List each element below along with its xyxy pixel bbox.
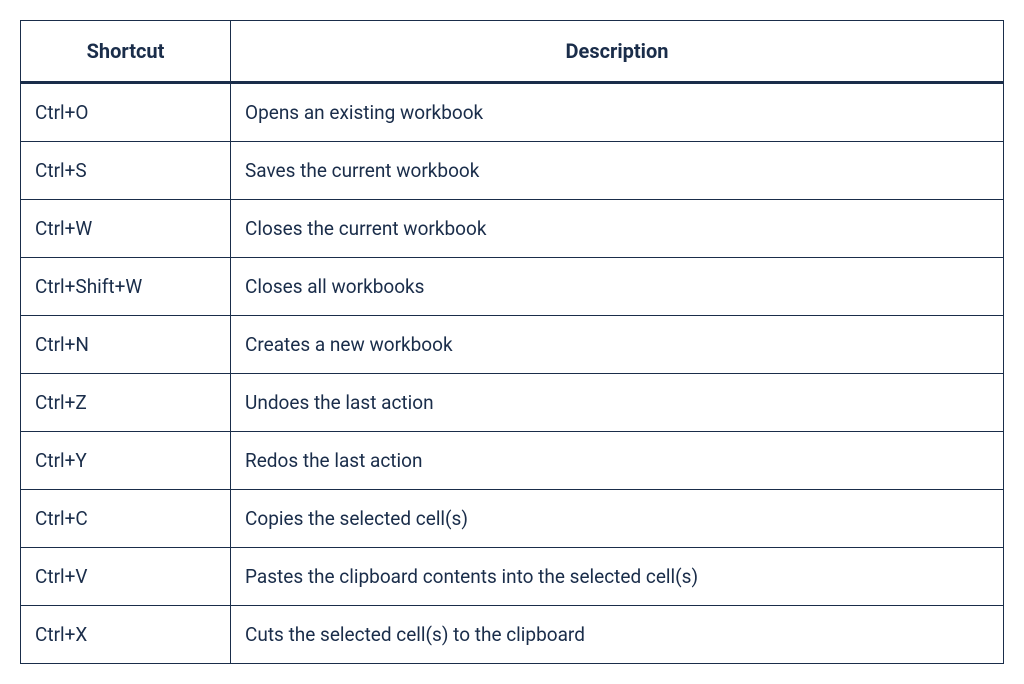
table-row: Ctrl+Z Undoes the last action <box>21 374 1004 432</box>
description-cell: Closes the current workbook <box>231 200 1004 258</box>
shortcut-cell: Ctrl+X <box>21 606 231 664</box>
table-row: Ctrl+Y Redos the last action <box>21 432 1004 490</box>
shortcut-cell: Ctrl+Z <box>21 374 231 432</box>
table-row: Ctrl+N Creates a new workbook <box>21 316 1004 374</box>
description-cell: Saves the current workbook <box>231 142 1004 200</box>
table-body: Ctrl+O Opens an existing workbook Ctrl+S… <box>21 83 1004 664</box>
shortcut-cell: Ctrl+Y <box>21 432 231 490</box>
shortcut-cell: Ctrl+Shift+W <box>21 258 231 316</box>
shortcuts-table-container: Shortcut Description Ctrl+O Opens an exi… <box>20 20 1004 664</box>
description-cell: Redos the last action <box>231 432 1004 490</box>
description-cell: Cuts the selected cell(s) to the clipboa… <box>231 606 1004 664</box>
shortcuts-table: Shortcut Description Ctrl+O Opens an exi… <box>20 20 1004 664</box>
table-row: Ctrl+X Cuts the selected cell(s) to the … <box>21 606 1004 664</box>
shortcut-cell: Ctrl+O <box>21 83 231 142</box>
table-header-row: Shortcut Description <box>21 21 1004 83</box>
shortcut-cell: Ctrl+V <box>21 548 231 606</box>
table-row: Ctrl+O Opens an existing workbook <box>21 83 1004 142</box>
description-cell: Pastes the clipboard contents into the s… <box>231 548 1004 606</box>
description-cell: Copies the selected cell(s) <box>231 490 1004 548</box>
description-cell: Opens an existing workbook <box>231 83 1004 142</box>
description-cell: Undoes the last action <box>231 374 1004 432</box>
shortcut-cell: Ctrl+C <box>21 490 231 548</box>
table-row: Ctrl+V Pastes the clipboard contents int… <box>21 548 1004 606</box>
header-shortcut: Shortcut <box>21 21 231 83</box>
table-row: Ctrl+Shift+W Closes all workbooks <box>21 258 1004 316</box>
shortcut-cell: Ctrl+N <box>21 316 231 374</box>
description-cell: Creates a new workbook <box>231 316 1004 374</box>
table-row: Ctrl+W Closes the current workbook <box>21 200 1004 258</box>
header-description: Description <box>231 21 1004 83</box>
shortcut-cell: Ctrl+S <box>21 142 231 200</box>
table-row: Ctrl+S Saves the current workbook <box>21 142 1004 200</box>
shortcut-cell: Ctrl+W <box>21 200 231 258</box>
description-cell: Closes all workbooks <box>231 258 1004 316</box>
table-row: Ctrl+C Copies the selected cell(s) <box>21 490 1004 548</box>
